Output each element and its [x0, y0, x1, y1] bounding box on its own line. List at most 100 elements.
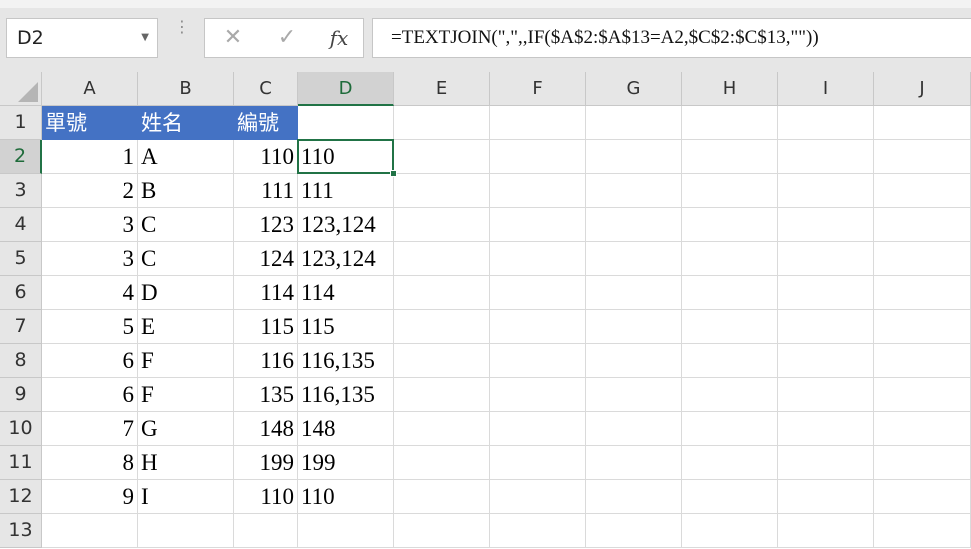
chevron-down-icon[interactable]: ▼ [141, 19, 149, 57]
cell-d6[interactable]: 114 [298, 276, 394, 310]
cell-b8[interactable]: F [138, 344, 234, 378]
cell-h2[interactable] [682, 140, 778, 174]
formula-input[interactable]: =TEXTJOIN(",",,IF($A$2:$A$13=A2,$C$2:$C$… [372, 18, 971, 58]
cell-f3[interactable] [490, 174, 586, 208]
cell-f4[interactable] [490, 208, 586, 242]
column-header-c[interactable]: C [234, 72, 298, 106]
cell-g9[interactable] [586, 378, 682, 412]
cell-b2[interactable]: A [138, 140, 234, 174]
cell-f2[interactable] [490, 140, 586, 174]
cell-e7[interactable] [394, 310, 490, 344]
select-all-button[interactable] [0, 72, 42, 106]
cell-j10[interactable] [874, 412, 971, 446]
cell-i6[interactable] [778, 276, 874, 310]
cell-d5[interactable]: 123,124 [298, 242, 394, 276]
cell-g11[interactable] [586, 446, 682, 480]
cell-f13[interactable] [490, 514, 586, 548]
cell-h12[interactable] [682, 480, 778, 514]
cell-c10[interactable]: 148 [234, 412, 298, 446]
cell-d2[interactable]: 110 [298, 140, 394, 174]
cell-h8[interactable] [682, 344, 778, 378]
row-header-8[interactable]: 8 [0, 344, 42, 378]
cell-g5[interactable] [586, 242, 682, 276]
cell-e12[interactable] [394, 480, 490, 514]
cell-a13[interactable] [42, 514, 138, 548]
cell-e2[interactable] [394, 140, 490, 174]
column-header-e[interactable]: E [394, 72, 490, 106]
column-header-j[interactable]: J [874, 72, 971, 106]
cell-i7[interactable] [778, 310, 874, 344]
fx-icon[interactable]: fx [321, 19, 357, 57]
cell-f8[interactable] [490, 344, 586, 378]
cell-g13[interactable] [586, 514, 682, 548]
row-header-7[interactable]: 7 [0, 310, 42, 344]
cell-a7[interactable]: 5 [42, 310, 138, 344]
cell-f6[interactable] [490, 276, 586, 310]
column-header-f[interactable]: F [490, 72, 586, 106]
cell-i8[interactable] [778, 344, 874, 378]
cell-i5[interactable] [778, 242, 874, 276]
cell-e9[interactable] [394, 378, 490, 412]
cell-a3[interactable]: 2 [42, 174, 138, 208]
cell-h11[interactable] [682, 446, 778, 480]
cell-c6[interactable]: 114 [234, 276, 298, 310]
cell-b5[interactable]: C [138, 242, 234, 276]
cell-f10[interactable] [490, 412, 586, 446]
column-header-g[interactable]: G [586, 72, 682, 106]
cell-i4[interactable] [778, 208, 874, 242]
check-icon[interactable]: ✓ [269, 19, 305, 57]
cell-b3[interactable]: B [138, 174, 234, 208]
column-header-h[interactable]: H [682, 72, 778, 106]
cell-b13[interactable] [138, 514, 234, 548]
cell-b10[interactable]: G [138, 412, 234, 446]
cell-d13[interactable] [298, 514, 394, 548]
row-header-11[interactable]: 11 [0, 446, 42, 480]
cell-h1[interactable] [682, 106, 778, 140]
row-header-13[interactable]: 13 [0, 514, 42, 548]
cell-h3[interactable] [682, 174, 778, 208]
cell-c8[interactable]: 116 [234, 344, 298, 378]
close-icon[interactable]: ✕ [215, 19, 251, 57]
cell-a2[interactable]: 1 [42, 140, 138, 174]
cell-e3[interactable] [394, 174, 490, 208]
cell-f9[interactable] [490, 378, 586, 412]
cell-j6[interactable] [874, 276, 971, 310]
cell-a12[interactable]: 9 [42, 480, 138, 514]
cell-a1[interactable]: 單號 [42, 106, 138, 140]
cell-c13[interactable] [234, 514, 298, 548]
cell-a10[interactable]: 7 [42, 412, 138, 446]
cell-g6[interactable] [586, 276, 682, 310]
cell-d7[interactable]: 115 [298, 310, 394, 344]
cell-g2[interactable] [586, 140, 682, 174]
row-header-5[interactable]: 5 [0, 242, 42, 276]
cell-b6[interactable]: D [138, 276, 234, 310]
cell-h10[interactable] [682, 412, 778, 446]
cell-d9[interactable]: 116,135 [298, 378, 394, 412]
cell-a5[interactable]: 3 [42, 242, 138, 276]
cell-c3[interactable]: 111 [234, 174, 298, 208]
cell-i9[interactable] [778, 378, 874, 412]
cell-f11[interactable] [490, 446, 586, 480]
cell-j3[interactable] [874, 174, 971, 208]
cell-g8[interactable] [586, 344, 682, 378]
cell-b11[interactable]: H [138, 446, 234, 480]
cell-e13[interactable] [394, 514, 490, 548]
cell-c5[interactable]: 124 [234, 242, 298, 276]
cell-c12[interactable]: 110 [234, 480, 298, 514]
cell-a9[interactable]: 6 [42, 378, 138, 412]
column-header-b[interactable]: B [138, 72, 234, 106]
cell-g1[interactable] [586, 106, 682, 140]
cell-g4[interactable] [586, 208, 682, 242]
column-header-a[interactable]: A [42, 72, 138, 106]
fill-handle[interactable] [390, 170, 397, 177]
cell-c2[interactable]: 110 [234, 140, 298, 174]
cell-e8[interactable] [394, 344, 490, 378]
cell-h6[interactable] [682, 276, 778, 310]
cell-e10[interactable] [394, 412, 490, 446]
cell-h7[interactable] [682, 310, 778, 344]
cell-e11[interactable] [394, 446, 490, 480]
cell-g3[interactable] [586, 174, 682, 208]
cell-j12[interactable] [874, 480, 971, 514]
cell-j2[interactable] [874, 140, 971, 174]
cell-g10[interactable] [586, 412, 682, 446]
